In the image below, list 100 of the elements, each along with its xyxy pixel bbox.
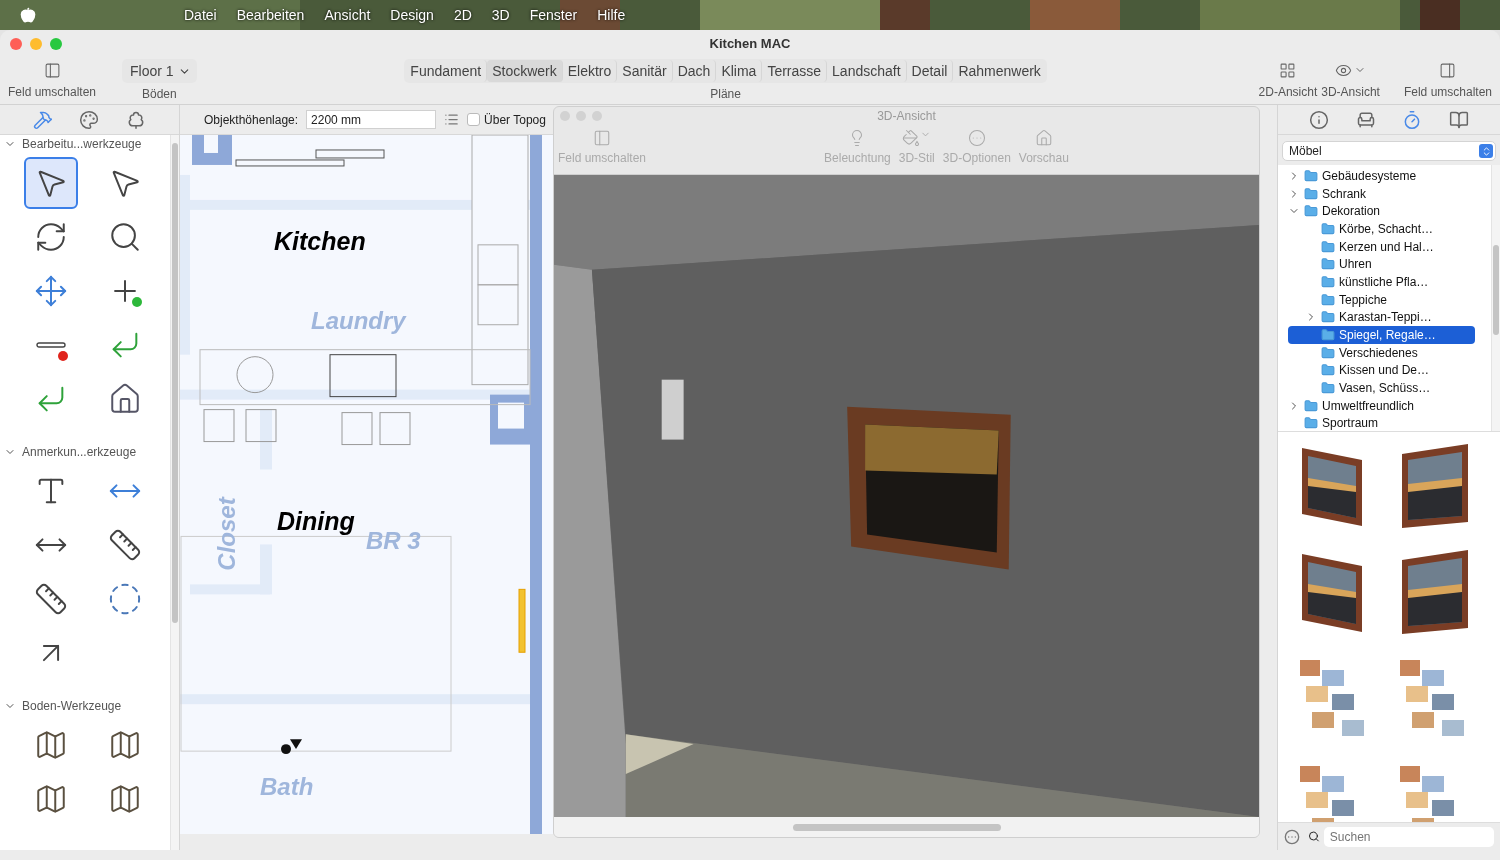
tree-item[interactable]: Kerzen und Hal… bbox=[1288, 237, 1475, 256]
ellipsis-icon[interactable] bbox=[1284, 828, 1300, 845]
panel-toggle-icon bbox=[1439, 61, 1457, 79]
info-icon bbox=[1309, 109, 1330, 130]
refresh-icon bbox=[34, 220, 68, 254]
folder-icon bbox=[1304, 204, 1318, 219]
room-label: Laundry bbox=[311, 307, 406, 335]
hammer-icon bbox=[33, 109, 54, 130]
toolbar-label: 2D-Ansicht bbox=[1258, 85, 1318, 99]
plan-tab[interactable]: Terrasse bbox=[762, 60, 828, 82]
plan-tab[interactable]: Detail bbox=[906, 60, 954, 82]
ruler-icon bbox=[34, 582, 68, 616]
room-label: Dining bbox=[277, 507, 355, 536]
menu-item[interactable]: Bearbeiten bbox=[226, 7, 315, 23]
toolbar-label: Feld umschalten bbox=[1403, 85, 1492, 99]
tree-item[interactable]: Dekoration bbox=[1288, 202, 1475, 221]
room-label: BR 3 bbox=[366, 527, 421, 555]
panel-toggle-icon bbox=[43, 61, 61, 79]
section-header[interactable]: Bearbeitu...werkzeuge bbox=[0, 135, 170, 153]
house-icon bbox=[108, 382, 142, 416]
folder-icon bbox=[1321, 221, 1335, 236]
elevation-field[interactable]: 2200 mm bbox=[306, 110, 437, 129]
minus-icon bbox=[36, 342, 66, 348]
panel-toggle-icon bbox=[593, 129, 611, 147]
plan-tab[interactable]: Elektro bbox=[562, 60, 618, 82]
topo-checkbox[interactable]: Über Topog bbox=[467, 112, 546, 127]
folder-icon bbox=[1321, 310, 1335, 325]
folder-icon bbox=[1321, 328, 1335, 343]
folder-icon bbox=[1304, 398, 1318, 413]
category-dropdown[interactable]: Möbel bbox=[1282, 141, 1496, 161]
folder-icon bbox=[1321, 239, 1335, 254]
scrollbar-thumb[interactable] bbox=[792, 823, 1001, 831]
tree-item[interactable]: Karastan-Teppi… bbox=[1288, 308, 1475, 327]
tree-item[interactable]: Gebäudesysteme bbox=[1288, 167, 1475, 185]
folder-icon bbox=[1321, 381, 1335, 396]
tree-item[interactable]: Verschiedenes bbox=[1288, 343, 1475, 362]
room-label: Bath bbox=[260, 773, 314, 801]
search-icon bbox=[1308, 830, 1320, 843]
apple-icon[interactable] bbox=[20, 7, 36, 23]
tree-item[interactable]: Schrank bbox=[1288, 184, 1475, 203]
folder-icon bbox=[1304, 416, 1318, 431]
tree-item[interactable]: Teppiche bbox=[1288, 290, 1475, 309]
window-title: Kitchen MAC bbox=[709, 36, 791, 51]
folder-icon bbox=[1321, 363, 1335, 378]
scrollbar-thumb[interactable] bbox=[1493, 245, 1499, 335]
tree-item[interactable]: künstliche Pfla… bbox=[1288, 273, 1475, 291]
tree-item[interactable]: Vasen, Schüss… bbox=[1288, 379, 1475, 397]
folder-icon bbox=[1304, 186, 1318, 201]
book-icon bbox=[1448, 109, 1469, 130]
move-icon bbox=[34, 274, 68, 308]
plan-tab[interactable]: Dach bbox=[672, 60, 717, 82]
folder-icon bbox=[1321, 345, 1335, 360]
folder-icon bbox=[1304, 168, 1318, 183]
tree-item[interactable]: Körbe, Schacht… bbox=[1288, 220, 1475, 238]
section-header[interactable]: Anmerkun...erkzeuge bbox=[0, 443, 170, 461]
toolbar-label: 3D-Ansicht bbox=[1321, 85, 1380, 99]
close-button[interactable] bbox=[10, 37, 22, 50]
toolbar-label: Feld umschalten bbox=[8, 85, 97, 99]
plan-tab[interactable]: Klima bbox=[716, 60, 763, 82]
plan-tab[interactable]: Rahmenwerk bbox=[953, 60, 1046, 82]
menu-item[interactable]: Datei bbox=[174, 7, 227, 23]
menu-item[interactable]: Ansicht bbox=[314, 7, 381, 23]
tree-item[interactable]: Umweltfreundlich bbox=[1288, 396, 1475, 415]
tree-item[interactable]: Kissen und De… bbox=[1288, 361, 1475, 380]
section-header[interactable]: Boden-Werkzeuge bbox=[0, 697, 170, 715]
toolbar-label: Böden bbox=[142, 87, 177, 101]
floor-plan-icon bbox=[1279, 61, 1297, 79]
ellipsis-icon bbox=[967, 129, 986, 147]
menu-item[interactable]: 3D bbox=[481, 7, 520, 23]
magnifier-icon bbox=[108, 220, 142, 254]
dashed-circle-icon bbox=[108, 582, 142, 616]
dot-icon bbox=[132, 297, 142, 307]
menu-item[interactable]: Design bbox=[380, 7, 444, 23]
field-label: Objekthöhenlage: bbox=[204, 112, 299, 127]
folder-icon bbox=[1321, 292, 1335, 307]
bucket-icon bbox=[902, 129, 921, 147]
tree-item[interactable]: Spiegel, Regale… bbox=[1288, 326, 1475, 344]
palette-icon bbox=[79, 109, 100, 130]
room-label: Closet bbox=[212, 497, 241, 571]
room-label: Kitchen bbox=[274, 227, 366, 256]
dot-icon bbox=[58, 351, 68, 361]
toolbar-label: Pläne bbox=[710, 87, 741, 101]
tool-button[interactable] bbox=[24, 157, 78, 209]
tree-item[interactable]: Sportraum bbox=[1288, 414, 1475, 431]
ruler-icon bbox=[108, 528, 142, 562]
plan-tab[interactable]: Sanitär bbox=[617, 60, 673, 82]
menu-item[interactable]: Fenster bbox=[519, 7, 588, 23]
list-icon[interactable] bbox=[444, 112, 460, 127]
scrollbar-thumb[interactable] bbox=[172, 143, 178, 623]
plan-tab[interactable]: Stockwerk bbox=[487, 60, 563, 82]
folder-icon bbox=[1321, 274, 1335, 289]
menu-item[interactable]: 2D bbox=[443, 7, 482, 23]
folder-icon bbox=[1321, 257, 1335, 272]
plan-tab[interactable]: Landschaft bbox=[827, 60, 907, 82]
search-field[interactable]: Suchen bbox=[1323, 826, 1494, 847]
menu-item[interactable]: Hilfe bbox=[587, 7, 636, 23]
floor-dropdown[interactable]: Floor 1 bbox=[122, 59, 197, 83]
house-icon bbox=[1034, 129, 1053, 147]
tree-item[interactable]: Uhren bbox=[1288, 255, 1475, 274]
window-title: 3D-Ansicht bbox=[877, 109, 936, 123]
